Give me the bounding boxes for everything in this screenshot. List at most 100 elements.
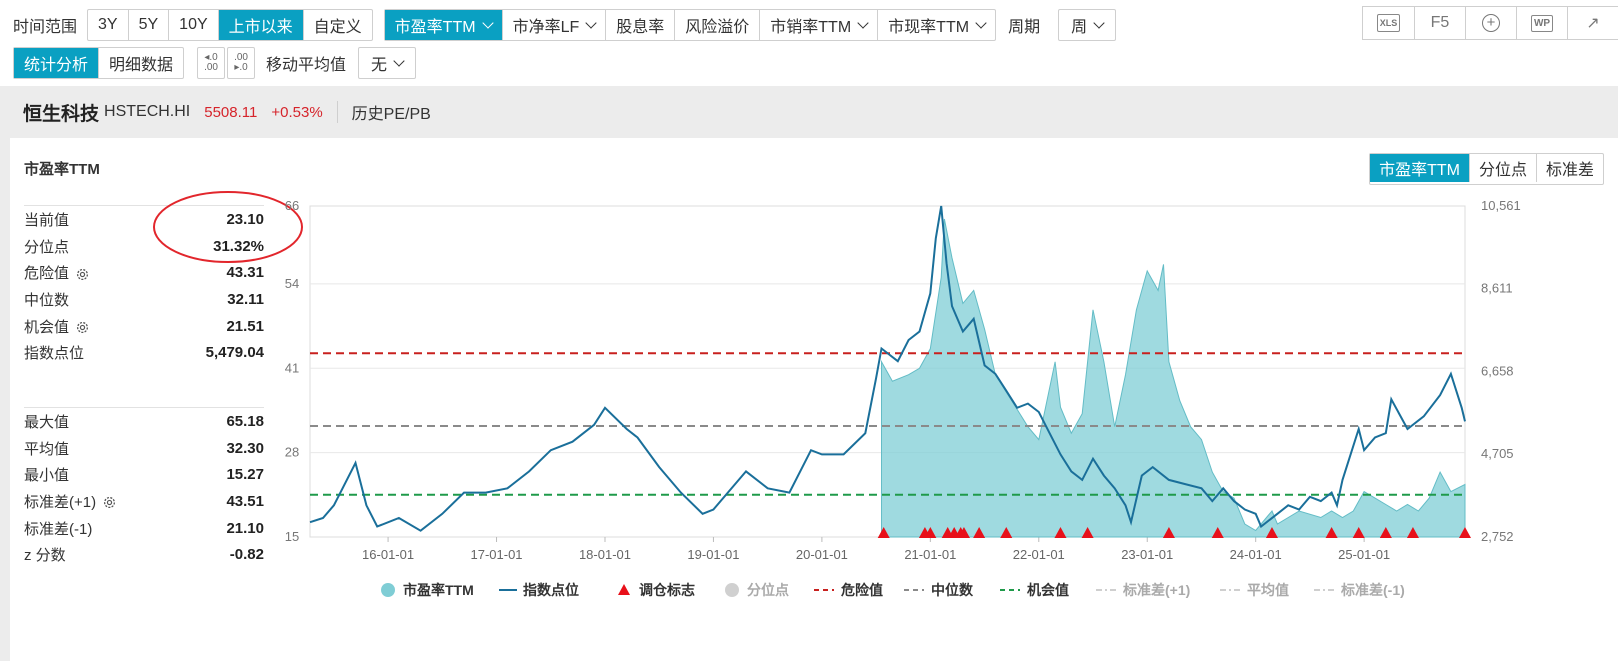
range-selector: 3Y 5Y 10Y 上市以来 自定义 [87,9,373,41]
range-10y-button[interactable]: 10Y [168,10,217,40]
stat-label: 当前值 [24,211,70,229]
wp-icon: WP [1530,14,1554,32]
stat-label: 标准差(+1) [24,491,117,512]
x-tick-label: 19-01-01 [687,547,739,562]
header-subtitle: 历史PE/PB [351,106,431,123]
toolbar-row-1: 时间范围 3Y 5Y 10Y 上市以来 自定义 市盈率TTM 市净率LF 股息率… [0,8,1117,42]
ma-select[interactable]: 无 [358,47,417,79]
stat-label: 分位点 [24,238,70,256]
legend-item: 标准差(-1) [1314,582,1405,598]
share-icon: ↗ [1586,15,1600,32]
legend-label: 市盈率TTM [403,582,474,598]
metric-pb-lf-dropdown[interactable]: 市净率LF [501,10,606,40]
stat-row: 标准差(+1) 43.51 [24,488,264,515]
y-right-tick-label: 4,705 [1481,446,1514,461]
refresh-f5-button[interactable]: F5 [1414,7,1465,39]
security-header: 恒生科技 HSTECH.HI 5508.11 +0.53% 历史PE/PB [0,86,1618,138]
metric-risk-premium-button[interactable]: 风险溢价 [674,10,759,40]
stat-value: 5,479.04 [205,344,264,362]
metric-dividend-button[interactable]: 股息率 [605,10,674,40]
view-tabs: 统计分析 明细数据 [13,47,185,79]
security-change: +0.53% [271,103,323,121]
xls-icon: XLS [1376,14,1401,32]
legend-item: 调仓标志 [618,582,695,598]
x-tick-label: 21-01-01 [904,547,956,562]
security-price: 5508.11 [204,103,258,121]
tab-statistics[interactable]: 统计分析 [14,48,99,78]
chevron-down-icon [1093,16,1105,29]
y-left-tick-label: 15 [285,529,299,544]
decimal-increase-icon[interactable]: .00 ▸.0 [227,47,256,79]
legend-item: 标准差(+1) [1096,582,1190,598]
stat-label: 平均值 [24,440,70,458]
stat-row: 最大值 65.18 [24,408,264,435]
chevron-down-icon [975,16,987,29]
export-xls-button[interactable]: XLS [1363,7,1414,39]
range-5y-button[interactable]: 5Y [127,10,169,40]
stat-row: z 分数 -0.82 [24,541,264,568]
legend-item: 机会值 [1000,582,1069,598]
x-tick-label: 23-01-01 [1121,547,1173,562]
ma-label: 移动平均值 [266,57,347,74]
x-tick-label: 24-01-01 [1230,547,1282,562]
y-left-tick-label: 41 [285,360,299,375]
stats-bottom-list: 最大值 65.18 平均值 32.30 最小值 15.27 标准差(+1) 43.51 标准差(… [24,407,264,568]
range-custom-button[interactable]: 自定义 [302,10,372,40]
chevron-down-icon [393,54,405,67]
metric-pb-lf-label: 市净率LF [512,19,580,36]
security-name: 恒生科技 [23,103,100,125]
export-wp-button[interactable]: WP [1516,7,1567,39]
range-label: 时间范围 [13,19,78,36]
ma-value: 无 [371,57,388,74]
stat-label: 最大值 [24,413,70,431]
legend-label: 标准差(-1) [1340,582,1405,598]
tab-detail-data[interactable]: 明细数据 [98,48,183,78]
y-right-tick-label: 10,561 [1481,198,1521,213]
stat-label: 标准差(-1) [24,520,93,538]
stat-label: 最小值 [24,467,70,485]
legend-swatch [725,583,739,597]
metric-pcf-ttm-dropdown[interactable]: 市现率TTM [877,10,995,40]
range-since-listing-button[interactable]: 上市以来 [217,10,303,40]
metric-ps-ttm-label: 市销率TTM [770,19,852,36]
stat-value: 65.18 [226,412,264,430]
legend-label: 危险值 [840,582,883,598]
period-select[interactable]: 周 [1058,9,1117,41]
gear-icon[interactable] [75,320,90,335]
stat-row: 机会值 21.51 [24,313,264,340]
chevron-down-icon [585,16,597,29]
range-3y-button[interactable]: 3Y [88,10,128,40]
pe-chart: 15 28 41 54 66 2,752 4,705 6,658 8,611 10,561 16-0… [285,198,1521,598]
metric-ps-ttm-dropdown[interactable]: 市销率TTM [759,10,877,40]
stat-value: 32.11 [227,290,264,308]
legend-label: 标准差(+1) [1122,582,1190,598]
y-right-tick-label: 6,658 [1481,363,1514,378]
legend-swatch [381,583,395,597]
top-toolbar: 时间范围 3Y 5Y 10Y 上市以来 自定义 市盈率TTM 市净率LF 股息率… [0,0,1618,86]
legend-item: 分位点 [725,582,789,598]
add-button[interactable]: + [1465,7,1516,39]
stat-label: 危险值 [24,262,90,283]
chevron-down-icon [481,16,494,29]
legend-item: 市盈率TTM [381,582,474,598]
metric-pe-ttm-label: 市盈率TTM [394,19,476,36]
toolbar-row-2: 统计分析 明细数据 ◂.0.00 .00 ▸.0 移动平均值 无 [0,46,417,80]
x-tick-label: 25-01-01 [1338,547,1390,562]
stat-row: 标准差(-1) 21.10 [24,515,264,542]
share-button[interactable]: ↗ [1567,7,1618,39]
metric-pcf-ttm-label: 市现率TTM [888,19,970,36]
gear-icon[interactable] [75,267,90,282]
stat-row: 中位数 32.11 [24,286,264,313]
stat-label: 指数点位 [24,345,85,363]
gear-icon[interactable] [102,495,117,510]
metric-pe-ttm-dropdown[interactable]: 市盈率TTM [384,10,502,40]
header-divider [336,101,338,123]
stat-row: 最小值 15.27 [24,461,264,488]
y-right-tick-label: 8,611 [1481,281,1513,296]
decimal-decrease-icon[interactable]: ◂.0.00 [197,47,226,79]
stat-label: 机会值 [24,316,90,337]
y-right-tick-label: 2,752 [1481,529,1514,544]
y-left-tick-label: 66 [285,198,299,213]
stat-label: z 分数 [24,547,66,565]
stat-row: 平均值 32.30 [24,435,264,462]
